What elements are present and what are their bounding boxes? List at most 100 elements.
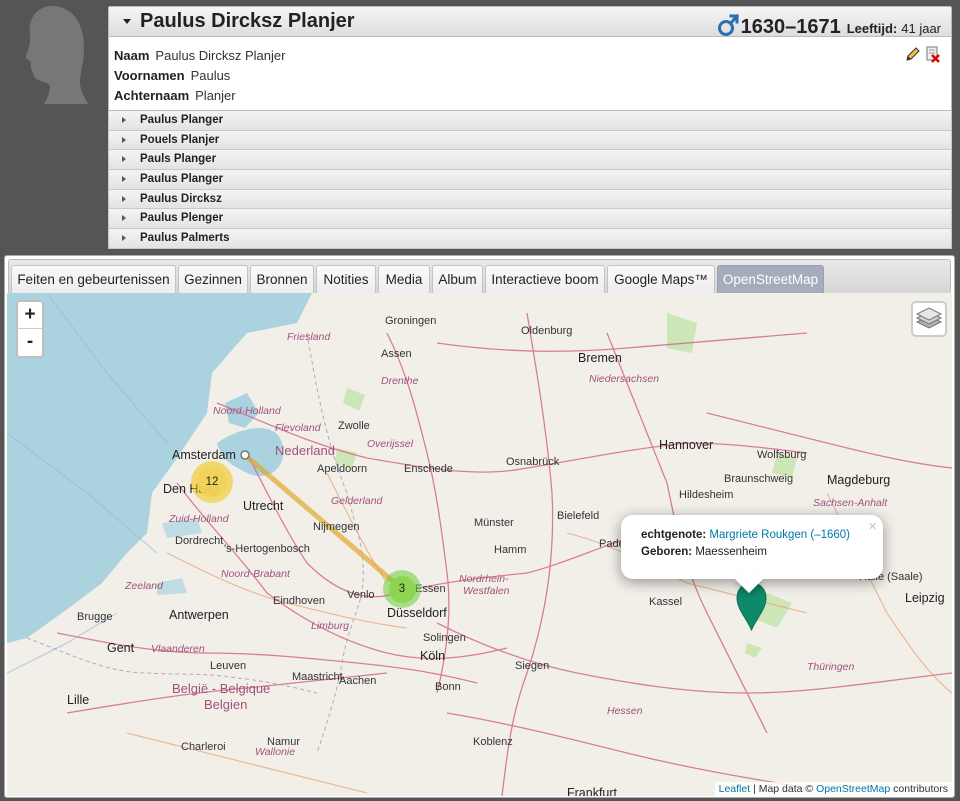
- alt-name-row[interactable]: Pouels Planjer: [108, 130, 952, 151]
- born-value: Maessenheim: [695, 546, 767, 558]
- collapse-caret-icon[interactable]: [123, 19, 131, 24]
- zoom-in-button[interactable]: +: [18, 302, 42, 329]
- region-gelderland: Gelderland: [331, 495, 383, 507]
- voornamen-value: Paulus: [190, 68, 231, 83]
- city-nijmegen: Nijmegen: [313, 521, 360, 533]
- achternaam-value: Planjer: [195, 88, 236, 103]
- tab-album[interactable]: Album: [432, 265, 483, 295]
- city-groningen: Groningen: [385, 315, 437, 327]
- osm-map[interactable]: Groningen Assen Oldenburg Bremen Amsterd…: [7, 293, 952, 796]
- region-westfalen: Westfalen: [463, 585, 510, 597]
- age-value: 41 jaar: [901, 21, 941, 36]
- osm-link[interactable]: OpenStreetMap: [816, 783, 890, 795]
- alternate-names-list: Paulus Planger Pouels Planjer Pauls Plan…: [108, 111, 952, 249]
- expand-triangle-icon: [122, 215, 126, 222]
- region-flevoland: Flevoland: [275, 422, 321, 434]
- person-header[interactable]: Paulus Dircksz Planjer 1630–1671 Leeftij…: [108, 6, 952, 38]
- alt-name-row[interactable]: Paulus Palmerts: [108, 229, 952, 249]
- alt-name-row[interactable]: Paulus Plenger: [108, 209, 952, 230]
- city-amsterdam: Amsterdam: [172, 448, 236, 462]
- city-leipzig: Leipzig: [905, 591, 945, 605]
- region-friesland: Friesland: [287, 331, 331, 343]
- expand-triangle-icon: [122, 117, 126, 123]
- male-sex-icon: [717, 13, 739, 36]
- city-shertogenbosch: 's-Hertogenbosch: [224, 543, 310, 555]
- city-aachen: Aachen: [339, 675, 377, 687]
- expand-triangle-icon: [122, 235, 126, 242]
- alt-name-row[interactable]: Paulus Planger: [108, 111, 952, 131]
- city-eindhoven: Eindhoven: [273, 595, 325, 607]
- city-apeldoorn: Apeldoorn: [317, 463, 368, 475]
- layers-control[interactable]: [911, 301, 947, 337]
- country-belgie: België - Belgique: [172, 681, 271, 696]
- city-leuven: Leuven: [210, 660, 247, 672]
- city-osnabruck: Osnabrück: [506, 456, 560, 468]
- region-wallonie: Wallonie: [255, 746, 296, 758]
- city-maastricht: Maastricht: [292, 671, 343, 683]
- zoom-control: + -: [16, 300, 44, 358]
- spouse-link[interactable]: Margriete Roukgen (–1660): [709, 529, 850, 541]
- tab-openstreetmap[interactable]: OpenStreetMap: [717, 265, 824, 295]
- layers-icon: [915, 307, 943, 329]
- tab-notities[interactable]: Notities: [316, 265, 376, 295]
- tab-feiten[interactable]: Feiten en gebeurtenissen: [11, 265, 176, 295]
- city-gent: Gent: [107, 641, 135, 655]
- city-enschede: Enschede: [404, 463, 453, 475]
- person-silhouette-icon: [25, 6, 88, 104]
- achternaam-label: Achternaam: [114, 88, 190, 103]
- region-vlaanderen: Vlaanderen: [151, 643, 205, 655]
- alt-name-row[interactable]: Paulus Dircksz: [108, 189, 952, 210]
- city-hildesheim: Hildesheim: [679, 489, 734, 501]
- region-hessen: Hessen: [607, 705, 643, 717]
- city-magdeburg: Magdeburg: [827, 473, 891, 487]
- achternaam-row: Achternaam Planjer: [114, 88, 236, 103]
- alt-name-row[interactable]: Paulus Planger: [108, 170, 952, 190]
- voornamen-label: Voornamen: [114, 68, 185, 83]
- region-nordrhein: Nordrhein-: [459, 573, 509, 585]
- naam-label: Naam: [114, 48, 150, 63]
- region-sachsen-anhalt: Sachsen-Anhalt: [813, 497, 888, 509]
- tab-media[interactable]: Media: [378, 265, 430, 295]
- city-bremen: Bremen: [578, 351, 622, 365]
- region-noord-brabant: Noord-Brabant: [221, 568, 290, 580]
- city-zwolle: Zwolle: [338, 420, 370, 432]
- city-lille: Lille: [67, 693, 90, 707]
- naam-row: Naam Paulus Dircksz Planjer: [114, 48, 285, 63]
- city-dordrecht: Dordrecht: [175, 535, 224, 547]
- tab-google-maps[interactable]: Google Maps™: [607, 265, 715, 295]
- amsterdam-dot: [240, 450, 250, 460]
- tab-bar: Feiten en gebeurtenissen Gezinnen Bronne…: [8, 259, 951, 295]
- city-bielefeld: Bielefeld: [557, 510, 600, 522]
- country-nederland: Nederland: [275, 443, 335, 458]
- country-belgien: Belgien: [204, 697, 248, 712]
- tab-interactieve-boom[interactable]: Interactieve boom: [485, 265, 605, 295]
- leaflet-link[interactable]: Leaflet: [719, 783, 751, 795]
- alt-name-row[interactable]: Pauls Planger: [108, 150, 952, 171]
- age-label: Leeftijd:: [846, 21, 898, 36]
- marker-cluster-3[interactable]: 3: [383, 570, 421, 608]
- expand-triangle-icon: [122, 156, 126, 163]
- city-brugge: Brugge: [77, 611, 113, 623]
- region-niedersachsen: Niedersachsen: [589, 373, 660, 385]
- edit-pencil-icon[interactable]: [905, 46, 921, 62]
- city-koln: Köln: [420, 649, 446, 663]
- city-kassel: Kassel: [649, 596, 683, 608]
- delete-icon[interactable]: [925, 46, 941, 64]
- region-limburg: Limburg: [311, 620, 349, 632]
- city-munster: Münster: [474, 517, 514, 529]
- region-zuid-holland: Zuid-Holland: [169, 513, 229, 525]
- tab-gezinnen[interactable]: Gezinnen: [178, 265, 248, 295]
- city-venlo: Venlo: [347, 589, 375, 601]
- born-label: Geboren:: [641, 546, 693, 558]
- city-antwerpen: Antwerpen: [169, 608, 229, 622]
- spouse-label: echtgenote:: [641, 529, 707, 541]
- map-attribution: Leaflet | Map data © OpenStreetMap contr…: [714, 782, 952, 796]
- tab-bronnen[interactable]: Bronnen: [250, 265, 314, 295]
- expand-triangle-icon: [122, 136, 126, 143]
- city-assen: Assen: [381, 348, 412, 360]
- popup-close-button[interactable]: ×: [868, 518, 877, 535]
- zoom-out-button[interactable]: -: [18, 329, 42, 356]
- city-hannover: Hannover: [659, 438, 714, 452]
- marker-cluster-12[interactable]: 12: [191, 461, 233, 503]
- life-years: 1630–1671: [740, 16, 841, 38]
